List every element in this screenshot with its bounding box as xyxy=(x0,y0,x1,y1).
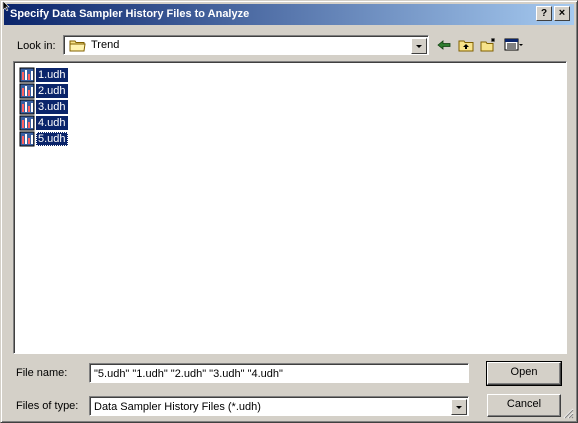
new-folder-button[interactable] xyxy=(477,35,499,55)
files-of-type-dropdown[interactable]: Data Sampler History Files (*.udh) xyxy=(89,396,469,416)
file-name: 1.udh xyxy=(36,68,68,82)
new-folder-icon xyxy=(480,38,495,52)
open-file-dialog: Specify Data Sampler History Files to An… xyxy=(0,0,578,423)
resize-grip-icon[interactable] xyxy=(562,407,574,419)
file-name-field[interactable]: "5.udh" "1.udh" "2.udh" "3.udh" "4.udh" xyxy=(89,363,469,383)
file-item[interactable]: 2.udh xyxy=(19,83,68,99)
open-button[interactable]: Open xyxy=(486,361,562,386)
look-in-value: Trend xyxy=(91,39,120,51)
title-bar[interactable]: Specify Data Sampler History Files to An… xyxy=(4,4,574,25)
history-file-icon xyxy=(19,99,35,115)
file-name-value: "5.udh" "1.udh" "2.udh" "3.udh" "4.udh" xyxy=(94,368,283,380)
close-button[interactable]: × xyxy=(554,6,570,21)
file-name: 2.udh xyxy=(36,84,68,98)
history-file-icon xyxy=(19,83,35,99)
file-name-label: File name: xyxy=(16,367,68,379)
dialog-title: Specify Data Sampler History Files to An… xyxy=(10,8,250,20)
history-file-icon xyxy=(19,115,35,131)
file-item[interactable]: 3.udh xyxy=(19,99,68,115)
folder-icon xyxy=(69,40,86,52)
mouse-cursor-icon xyxy=(3,1,10,11)
look-in-dropdown[interactable]: Trend xyxy=(63,35,429,55)
file-list[interactable]: 1.udh 2.udh 3.udh 4.udh 5.udh xyxy=(13,61,567,354)
up-folder-button[interactable] xyxy=(455,35,477,55)
cancel-button[interactable]: Cancel xyxy=(487,394,561,417)
help-button[interactable]: ? xyxy=(536,6,552,21)
file-name: 5.udh xyxy=(36,132,68,146)
chevron-down-icon[interactable] xyxy=(451,399,467,415)
history-file-icon xyxy=(19,67,35,83)
view-menu-icon xyxy=(504,38,523,51)
file-item[interactable]: 4.udh xyxy=(19,115,68,131)
back-icon xyxy=(437,40,451,50)
files-of-type-label: Files of type: xyxy=(16,400,79,412)
up-folder-icon xyxy=(458,40,474,52)
chevron-down-icon[interactable] xyxy=(411,38,427,54)
back-button[interactable] xyxy=(433,35,455,55)
file-item[interactable]: 1.udh xyxy=(19,67,68,83)
file-name: 3.udh xyxy=(36,100,68,114)
file-item[interactable]: 5.udh xyxy=(19,131,68,147)
view-menu-button[interactable] xyxy=(501,35,527,55)
look-in-label: Look in: xyxy=(17,40,56,52)
history-file-icon xyxy=(19,131,35,147)
file-name: 4.udh xyxy=(36,116,68,130)
files-of-type-value: Data Sampler History Files (*.udh) xyxy=(94,401,261,413)
